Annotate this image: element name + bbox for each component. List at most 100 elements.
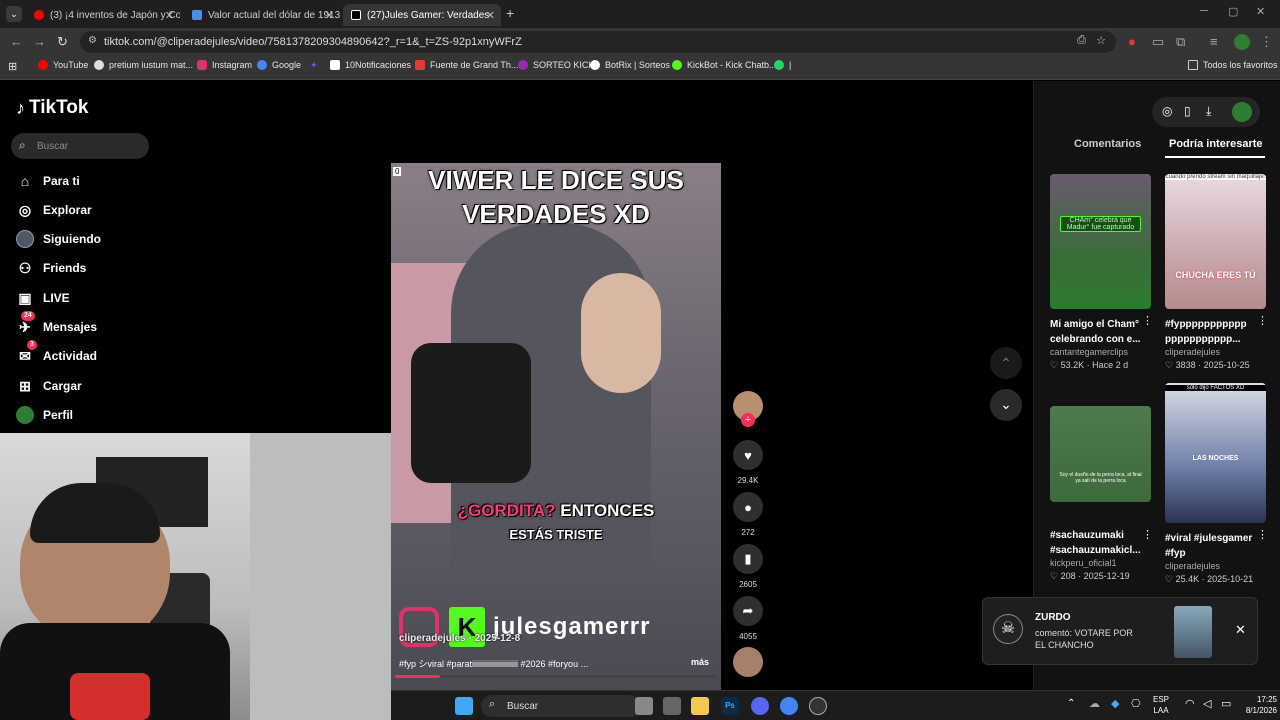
battery-icon[interactable]: ▭ [1221, 697, 1231, 710]
video-author[interactable]: cliperadejules · 2025-12-8 [399, 633, 520, 644]
address-bar[interactable]: ⚙ tiktok.com/@cliperadejules/video/75813… [80, 31, 1116, 53]
file-explorer-icon[interactable] [691, 697, 709, 715]
video-card[interactable]: Soy el dueño de la perra loca, al final … [1050, 406, 1151, 582]
sidebar-item-explorar[interactable]: ◎ Explorar [16, 200, 92, 220]
obs-icon[interactable] [809, 697, 827, 715]
previous-video-button[interactable]: ⌃ [990, 347, 1022, 379]
like-button[interactable]: ♥ 29.4K [733, 440, 763, 485]
chrome-icon[interactable] [780, 697, 798, 715]
tray-app-icon[interactable]: ⎔ [1131, 697, 1141, 710]
new-tab-button[interactable]: + [506, 5, 514, 21]
bookmark-youtube[interactable]: YouTube [38, 60, 88, 70]
tab-comentarios[interactable]: Comentarios [1074, 138, 1141, 150]
bookmark-google[interactable]: Google [257, 60, 301, 70]
close-icon[interactable]: ✕ [165, 9, 174, 22]
sidebar-item-cargar[interactable]: ⊞ Cargar [16, 376, 82, 396]
bookmark-star-icon[interactable]: ☆ [1096, 34, 1106, 47]
puzzle-icon[interactable]: ⧉ [1176, 34, 1185, 50]
bookmark-pretium[interactable]: pretium iustum mat... [94, 60, 193, 70]
extension-icon[interactable]: ● [1128, 34, 1136, 49]
bookmark-sorteo[interactable]: SORTEO KICK [518, 60, 594, 70]
tab-search-icon[interactable]: ⌄ [6, 6, 22, 22]
apps-icon[interactable]: ⊞ [8, 60, 17, 73]
bookmark-kickbot[interactable]: KickBot - Kick Chatb... [672, 60, 777, 70]
back-icon[interactable]: ← [10, 34, 23, 49]
windows-start-icon[interactable] [455, 697, 473, 715]
tiktok-logo[interactable]: ♪ TikTok [16, 97, 88, 119]
reload-icon[interactable]: ↻ [57, 34, 68, 50]
minimize-button[interactable]: ─ [1200, 5, 1208, 17]
next-video-button[interactable]: ⌄ [990, 389, 1022, 421]
card-menu-icon[interactable]: ⋮ [1142, 314, 1153, 327]
card-author[interactable]: cliperadejules [1165, 561, 1266, 571]
card-menu-icon[interactable]: ⋮ [1257, 314, 1268, 327]
volume-icon[interactable]: ◁ [1203, 697, 1211, 710]
profile-avatar[interactable] [1234, 34, 1250, 50]
discord-icon[interactable] [751, 697, 769, 715]
install-icon[interactable]: ⎙ [1077, 34, 1086, 47]
window-close-button[interactable]: ✕ [1256, 5, 1265, 18]
task-view-icon[interactable] [635, 697, 653, 715]
creator-avatar[interactable]: + [733, 391, 763, 427]
tray-app-icon[interactable]: ◆ [1111, 697, 1119, 710]
share-button[interactable]: ➦ 4055 [733, 596, 763, 641]
close-icon[interactable]: ✕ [325, 9, 334, 22]
card-author[interactable]: kickperu_oficial1 [1050, 558, 1151, 568]
bookmark-notificaciones[interactable]: 10Notificaciones [330, 60, 411, 70]
comment-button[interactable]: ● 272 [733, 492, 763, 537]
bookmark-botrix[interactable]: BotRix | Sorteos [590, 60, 670, 70]
extension-icon[interactable]: ▭ [1152, 34, 1164, 50]
sidebar-item-siguiendo[interactable]: Siguiendo [16, 229, 101, 249]
follow-icon[interactable]: + [741, 413, 755, 427]
card-author[interactable]: cantantegamerclips [1050, 347, 1151, 357]
video-card[interactable]: cuando prendo stream sin maquillaje: CHU… [1165, 174, 1266, 371]
close-icon[interactable]: ✕ [1235, 622, 1246, 638]
language-indicator[interactable]: ESP LAA [1153, 694, 1169, 716]
card-menu-icon[interactable]: ⋮ [1142, 528, 1153, 541]
tab-youtube[interactable]: (3) ¡4 inventos de Japón y Core ✕ [26, 4, 180, 26]
sidebar-item-live[interactable]: ▣ LIVE [16, 288, 69, 308]
media-icon[interactable]: ≡ [1210, 34, 1218, 49]
sidebar-item-para-ti[interactable]: ⌂ Para ti [16, 171, 80, 191]
all-favorites[interactable]: Todos los favoritos [1188, 60, 1278, 70]
user-avatar[interactable] [1232, 102, 1252, 122]
photoshop-icon[interactable]: Ps [721, 697, 739, 715]
save-button[interactable]: ▮ 2605 [733, 544, 763, 589]
taskbar-search[interactable]: ⌕ Buscar [481, 695, 641, 717]
sidebar-item-actividad[interactable]: ✉ Actividad 3 [16, 340, 97, 366]
download-icon[interactable]: ⤓ [1206, 104, 1211, 119]
video-description[interactable]: #fyp シviral #paratiiiiiiiiiiiiiiiiiiiiii… [399, 657, 649, 670]
clock[interactable]: 17:25 8/1/2026 [1237, 694, 1277, 716]
site-info-icon[interactable]: ⚙ [88, 35, 97, 46]
comment-notification[interactable]: ☠ ZURDO comentó: VOTARE POR EL CHANCHO ✕ [982, 597, 1258, 665]
bookmark-instagram[interactable]: Instagram [197, 60, 252, 70]
video-progress-bar[interactable] [395, 675, 717, 678]
forward-icon[interactable]: → [33, 34, 46, 49]
phone-icon[interactable]: ▯ [1184, 104, 1191, 118]
bookmark-gta[interactable]: Fuente de Grand Th... [415, 60, 518, 70]
video-player[interactable]: 0 VIWER LE DICE SUS VERDADES XD ¿GORDITA… [391, 163, 721, 691]
card-author[interactable]: cliperadejules [1165, 347, 1266, 357]
tab-tiktok[interactable]: (27)Jules Gamer: Verdades ✕ [343, 4, 501, 26]
compass-icon[interactable]: ◎ [1162, 104, 1172, 118]
more-link[interactable]: más [691, 657, 709, 667]
sidebar-item-friends[interactable]: ⚇ Friends [16, 258, 87, 278]
tray-app-icon[interactable]: ☁ [1089, 697, 1100, 710]
video-card[interactable]: CHAm° celebra que Madur° fue capturado M… [1050, 174, 1151, 371]
tab-dolar[interactable]: Valor actual del dólar de 1913 ✕ [184, 4, 340, 26]
sidebar-item-mensajes[interactable]: ✈ Mensajes 24 [16, 311, 97, 337]
menu-icon[interactable]: ⋮ [1260, 34, 1273, 50]
video-card[interactable]: solo dijo FACTOS XD LAS NOCHES #viral #j… [1165, 383, 1266, 585]
music-disc[interactable] [733, 647, 763, 677]
wifi-icon[interactable]: ◠ [1185, 697, 1195, 710]
tab-podria-interesarte[interactable]: Podría interesarte [1169, 138, 1263, 150]
card-menu-icon[interactable]: ⋮ [1257, 528, 1268, 541]
extension-bookmark-icon[interactable]: ✦ [310, 60, 318, 71]
tray-chevron-icon[interactable]: ⌃ [1067, 698, 1075, 709]
phone-link-icon[interactable] [663, 697, 681, 715]
sidebar-item-perfil[interactable]: Perfil [16, 405, 73, 425]
close-icon[interactable]: ✕ [486, 9, 495, 22]
maximize-button[interactable]: ▢ [1228, 5, 1238, 18]
whatsapp-icon[interactable]: | [774, 60, 791, 70]
search-input[interactable]: ⌕ Buscar [11, 133, 149, 159]
